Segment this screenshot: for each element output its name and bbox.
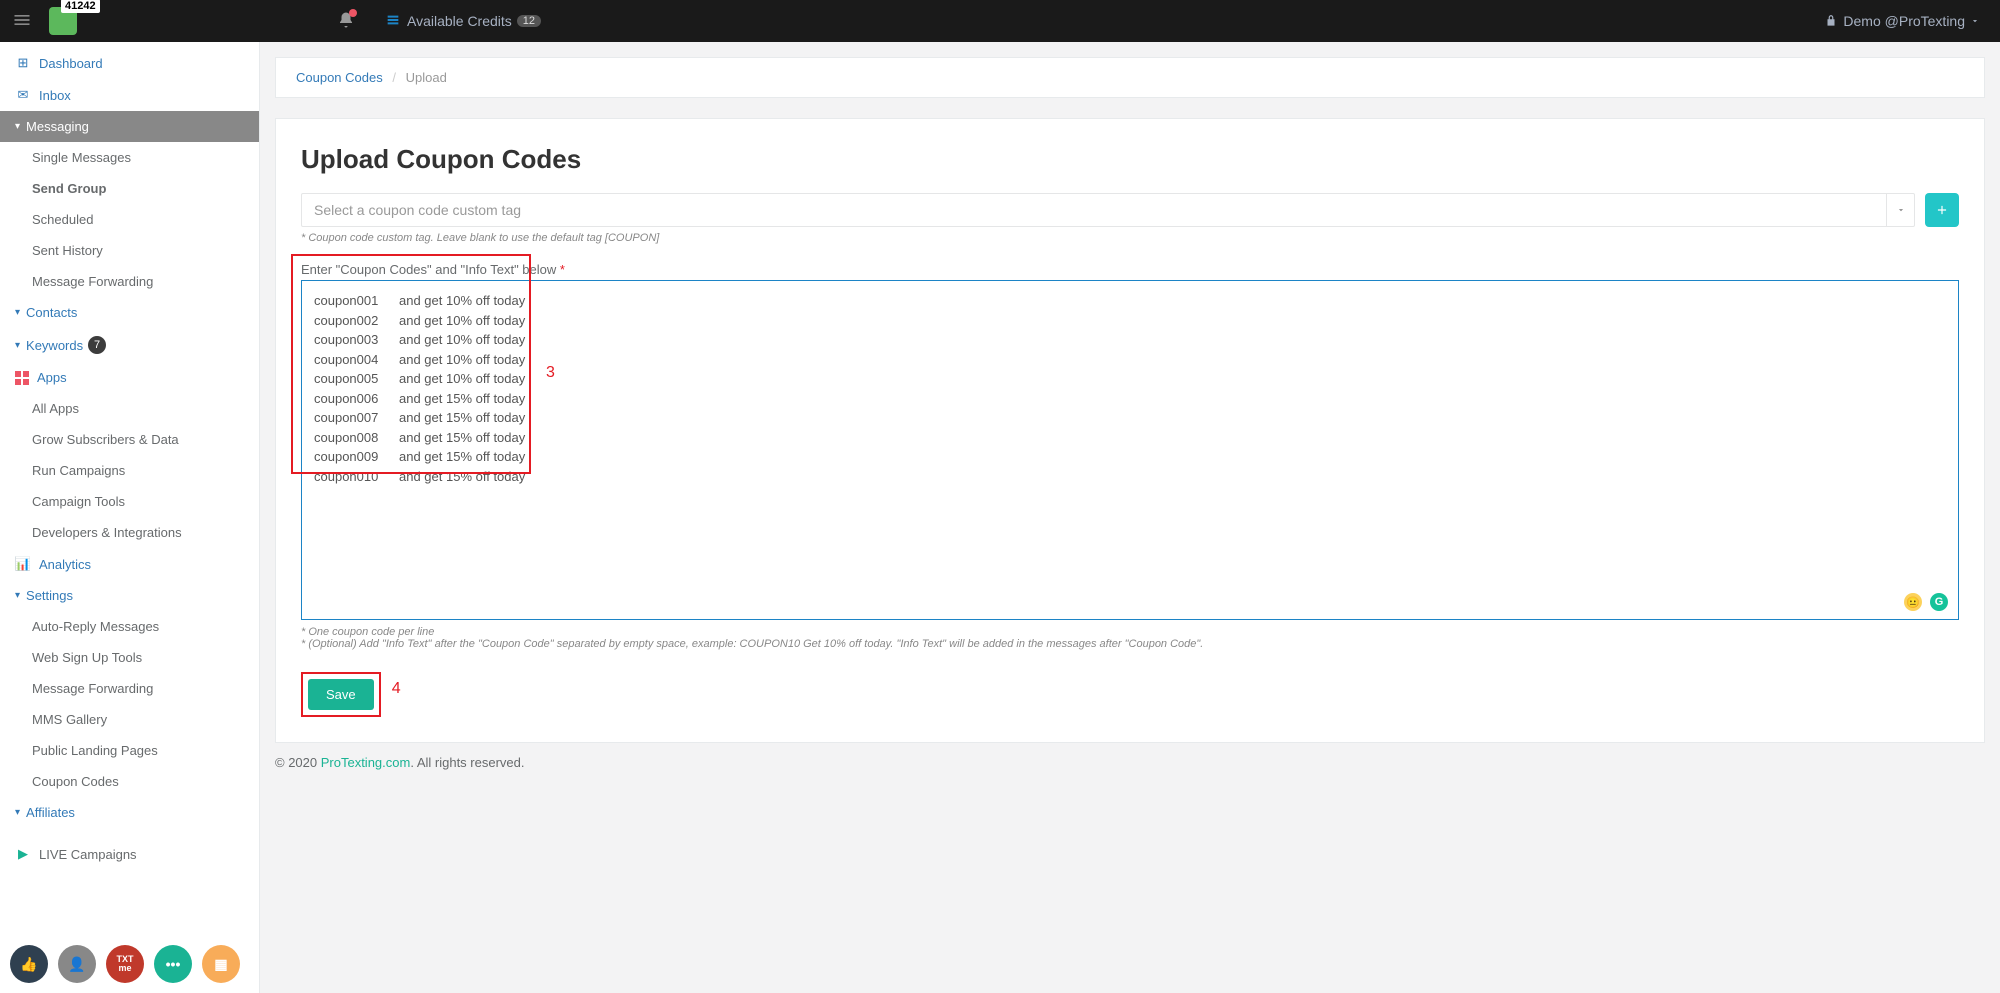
caret-down-icon: ▾ bbox=[15, 340, 20, 351]
sidebar-item-developers[interactable]: Developers & Integrations bbox=[0, 517, 259, 548]
grammarly-icon[interactable]: G bbox=[1930, 593, 1948, 611]
logo[interactable]: 41242 bbox=[49, 7, 77, 35]
breadcrumb-current: Upload bbox=[406, 70, 447, 85]
tag-help-text: * Coupon code custom tag. Leave blank to… bbox=[301, 232, 1959, 244]
topbar: 41242 Available Credits 12 Demo @ProText… bbox=[0, 0, 2000, 42]
sidebar-item-affiliates[interactable]: ▾Affiliates bbox=[0, 797, 259, 828]
caret-down-icon bbox=[1970, 16, 1980, 26]
sidebar-item-live-campaigns[interactable]: ▶LIVE Campaigns bbox=[0, 838, 259, 870]
sidebar-item-message-forwarding[interactable]: Message Forwarding bbox=[0, 266, 259, 297]
caret-down-icon bbox=[1896, 205, 1906, 215]
credits-count: 12 bbox=[517, 15, 541, 27]
sidebar-item-mms-gallery[interactable]: MMS Gallery bbox=[0, 704, 259, 735]
sidebar-item-analytics[interactable]: 📊Analytics bbox=[0, 548, 259, 580]
sidebar-item-auto-reply[interactable]: Auto-Reply Messages bbox=[0, 611, 259, 642]
analytics-icon: 📊 bbox=[15, 556, 31, 572]
logo-badge: 41242 bbox=[61, 0, 100, 13]
coupon-code-row: coupon009and get 15% off today bbox=[314, 447, 1946, 467]
main-content: Coupon Codes / Upload Upload Coupon Code… bbox=[260, 42, 2000, 993]
coupon-code-row: coupon002and get 10% off today bbox=[314, 311, 1946, 331]
tag-select-caret[interactable] bbox=[1887, 193, 1915, 227]
footer: © 2020 ProTexting.com. All rights reserv… bbox=[275, 743, 1985, 782]
credits-link[interactable]: Available Credits 12 bbox=[385, 13, 541, 29]
save-button-highlight: Save bbox=[301, 672, 381, 717]
sidebar-item-all-apps[interactable]: All Apps bbox=[0, 393, 259, 424]
plus-icon bbox=[1935, 203, 1949, 217]
upload-panel: Upload Coupon Codes Select a coupon code… bbox=[275, 118, 1985, 743]
breadcrumb: Coupon Codes / Upload bbox=[275, 57, 1985, 98]
lock-icon bbox=[1824, 14, 1838, 28]
notification-dot bbox=[349, 9, 357, 17]
sidebar-item-grow-subscribers[interactable]: Grow Subscribers & Data bbox=[0, 424, 259, 455]
bottom-icon-bar: 👍 👤 TXTme ••• ▦ bbox=[10, 945, 240, 983]
sidebar-item-msg-forwarding-settings[interactable]: Message Forwarding bbox=[0, 673, 259, 704]
sidebar: ⊞Dashboard ✉Inbox ▾Messaging Single Mess… bbox=[0, 42, 260, 993]
coupon-code-row: coupon001and get 10% off today bbox=[314, 291, 1946, 311]
breadcrumb-parent[interactable]: Coupon Codes bbox=[296, 70, 383, 85]
thumbs-up-icon[interactable]: 👍 bbox=[10, 945, 48, 983]
caret-down-icon: ▾ bbox=[15, 121, 20, 132]
footer-link[interactable]: ProTexting.com bbox=[321, 755, 411, 770]
tasks-icon[interactable]: ••• bbox=[154, 945, 192, 983]
coupon-code-row: coupon003and get 10% off today bbox=[314, 330, 1946, 350]
apps-icon bbox=[15, 371, 29, 385]
sidebar-item-coupon-codes[interactable]: Coupon Codes bbox=[0, 766, 259, 797]
sidebar-item-apps[interactable]: Apps bbox=[0, 362, 259, 393]
annotation-4: 4 bbox=[392, 680, 401, 698]
sidebar-item-keywords[interactable]: ▾Keywords7 bbox=[0, 328, 259, 362]
textarea-label: Enter "Coupon Codes" and "Info Text" bel… bbox=[301, 259, 1959, 280]
sidebar-item-settings[interactable]: ▾Settings bbox=[0, 580, 259, 611]
sidebar-item-sent-history[interactable]: Sent History bbox=[0, 235, 259, 266]
coupon-code-row: coupon006and get 15% off today bbox=[314, 389, 1946, 409]
sidebar-item-inbox[interactable]: ✉Inbox bbox=[0, 79, 259, 111]
user-menu[interactable]: Demo @ProTexting bbox=[1824, 13, 1980, 29]
save-button[interactable]: Save bbox=[308, 679, 374, 710]
sidebar-item-run-campaigns[interactable]: Run Campaigns bbox=[0, 455, 259, 486]
annotation-3: 3 bbox=[546, 364, 555, 382]
coupon-codes-textarea[interactable]: coupon001and get 10% off todaycoupon002a… bbox=[301, 280, 1959, 620]
credits-label: Available Credits bbox=[407, 13, 512, 29]
coupon-code-row: coupon005and get 10% off today bbox=[314, 369, 1946, 389]
coupon-code-row: coupon010and get 15% off today bbox=[314, 467, 1946, 487]
tag-select-input[interactable]: Select a coupon code custom tag bbox=[301, 193, 1887, 227]
user-label: Demo @ProTexting bbox=[1843, 13, 1965, 29]
caret-down-icon: ▾ bbox=[15, 807, 20, 818]
sidebar-item-landing-pages[interactable]: Public Landing Pages bbox=[0, 735, 259, 766]
hamburger-menu[interactable] bbox=[0, 0, 44, 43]
coupon-code-row: coupon004and get 10% off today bbox=[314, 350, 1946, 370]
sidebar-item-contacts[interactable]: ▾Contacts bbox=[0, 297, 259, 328]
page-title: Upload Coupon Codes bbox=[301, 144, 1959, 175]
sidebar-item-scheduled[interactable]: Scheduled bbox=[0, 204, 259, 235]
sidebar-item-messaging[interactable]: ▾Messaging bbox=[0, 111, 259, 142]
caret-down-icon: ▾ bbox=[15, 590, 20, 601]
help-text-2: * (Optional) Add "Info Text" after the "… bbox=[301, 638, 1959, 650]
sidebar-item-single-messages[interactable]: Single Messages bbox=[0, 142, 259, 173]
keywords-badge: 7 bbox=[88, 336, 106, 354]
sidebar-item-campaign-tools[interactable]: Campaign Tools bbox=[0, 486, 259, 517]
tag-select[interactable]: Select a coupon code custom tag bbox=[301, 193, 1915, 227]
sidebar-item-send-group[interactable]: Send Group bbox=[0, 173, 259, 204]
coupon-code-row: coupon008and get 15% off today bbox=[314, 428, 1946, 448]
caret-down-icon: ▾ bbox=[15, 307, 20, 318]
sidebar-item-dashboard[interactable]: ⊞Dashboard bbox=[0, 47, 259, 79]
sidebar-item-web-signup[interactable]: Web Sign Up Tools bbox=[0, 642, 259, 673]
play-icon: ▶ bbox=[15, 846, 31, 862]
contact-icon[interactable]: 👤 bbox=[58, 945, 96, 983]
inbox-icon: ✉ bbox=[15, 87, 31, 103]
txtme-icon[interactable]: TXTme bbox=[106, 945, 144, 983]
help-text-1: * One coupon code per line bbox=[301, 626, 1959, 638]
emoji-picker-icon[interactable]: 😐 bbox=[1904, 593, 1922, 611]
coupon-code-row: coupon007and get 15% off today bbox=[314, 408, 1946, 428]
notifications-icon[interactable] bbox=[337, 11, 355, 32]
dashboard-icon: ⊞ bbox=[15, 55, 31, 71]
add-tag-button[interactable] bbox=[1925, 193, 1959, 227]
list-icon[interactable]: ▦ bbox=[202, 945, 240, 983]
